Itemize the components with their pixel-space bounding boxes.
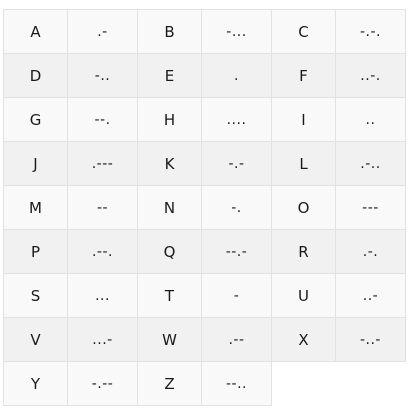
letter-cell: J — [3, 141, 68, 186]
morse-code-cell: .. — [335, 97, 406, 142]
letter-cell: Y — [3, 361, 68, 406]
morse-code-cell: .--. — [67, 229, 138, 274]
letter-cell: X — [271, 317, 336, 362]
morse-code-cell: .--- — [67, 141, 138, 186]
morse-code-cell: --.- — [201, 229, 272, 274]
letter-cell: L — [271, 141, 336, 186]
morse-code-cell: .-.. — [335, 141, 406, 186]
morse-code-cell: .-- — [201, 317, 272, 362]
morse-code-cell: .-. — [335, 229, 406, 274]
letter-cell: U — [271, 273, 336, 318]
letter-cell: Z — [137, 361, 202, 406]
morse-code-cell: --. — [67, 97, 138, 142]
letter-cell: S — [3, 273, 68, 318]
letter-cell: K — [137, 141, 202, 186]
letter-cell: H — [137, 97, 202, 142]
table-row: P .--. Q --.- R .-. — [3, 229, 406, 274]
morse-code-table: A .- B -... C -.-. D -.. E . F ..-. G --… — [3, 9, 406, 406]
morse-code-cell: -.-- — [67, 361, 138, 406]
table-row: V ...- W .-- X -..- — [3, 317, 406, 362]
letter-cell: C — [271, 9, 336, 54]
letter-cell: V — [3, 317, 68, 362]
morse-code-cell: -.- — [201, 141, 272, 186]
morse-code-cell: .... — [201, 97, 272, 142]
morse-code-cell: - — [201, 273, 272, 318]
letter-cell: Q — [137, 229, 202, 274]
letter-cell: G — [3, 97, 68, 142]
letter-cell: M — [3, 185, 68, 230]
morse-code-cell: .- — [67, 9, 138, 54]
table-row: S ... T - U ..- — [3, 273, 406, 318]
table-row: Y -.-- Z --.. — [3, 361, 406, 406]
morse-code-cell: ...- — [67, 317, 138, 362]
morse-code-cell: -.. — [67, 53, 138, 98]
morse-code-cell: . — [201, 53, 272, 98]
letter-cell: B — [137, 9, 202, 54]
morse-code-cell: -..- — [335, 317, 406, 362]
morse-code-cell: ..-. — [335, 53, 406, 98]
table-row: G --. H .... I .. — [3, 97, 406, 142]
letter-cell: N — [137, 185, 202, 230]
letter-cell: T — [137, 273, 202, 318]
letter-cell: O — [271, 185, 336, 230]
morse-code-cell: -... — [201, 9, 272, 54]
morse-code-cell: -. — [201, 185, 272, 230]
table-row: M -- N -. O --- — [3, 185, 406, 230]
morse-code-cell: ..- — [335, 273, 406, 318]
letter-cell: F — [271, 53, 336, 98]
morse-code-cell: -- — [67, 185, 138, 230]
letter-cell: R — [271, 229, 336, 274]
morse-code-cell: -.-. — [335, 9, 406, 54]
letter-cell: I — [271, 97, 336, 142]
letter-cell: A — [3, 9, 68, 54]
letter-cell: E — [137, 53, 202, 98]
letter-cell: P — [3, 229, 68, 274]
table-row: A .- B -... C -.-. — [3, 9, 406, 54]
table-row: J .--- K -.- L .-.. — [3, 141, 406, 186]
empty-cell — [271, 361, 406, 406]
letter-cell: D — [3, 53, 68, 98]
morse-code-cell: --.. — [201, 361, 272, 406]
letter-cell: W — [137, 317, 202, 362]
table-row: D -.. E . F ..-. — [3, 53, 406, 98]
morse-code-cell: --- — [335, 185, 406, 230]
morse-code-cell: ... — [67, 273, 138, 318]
